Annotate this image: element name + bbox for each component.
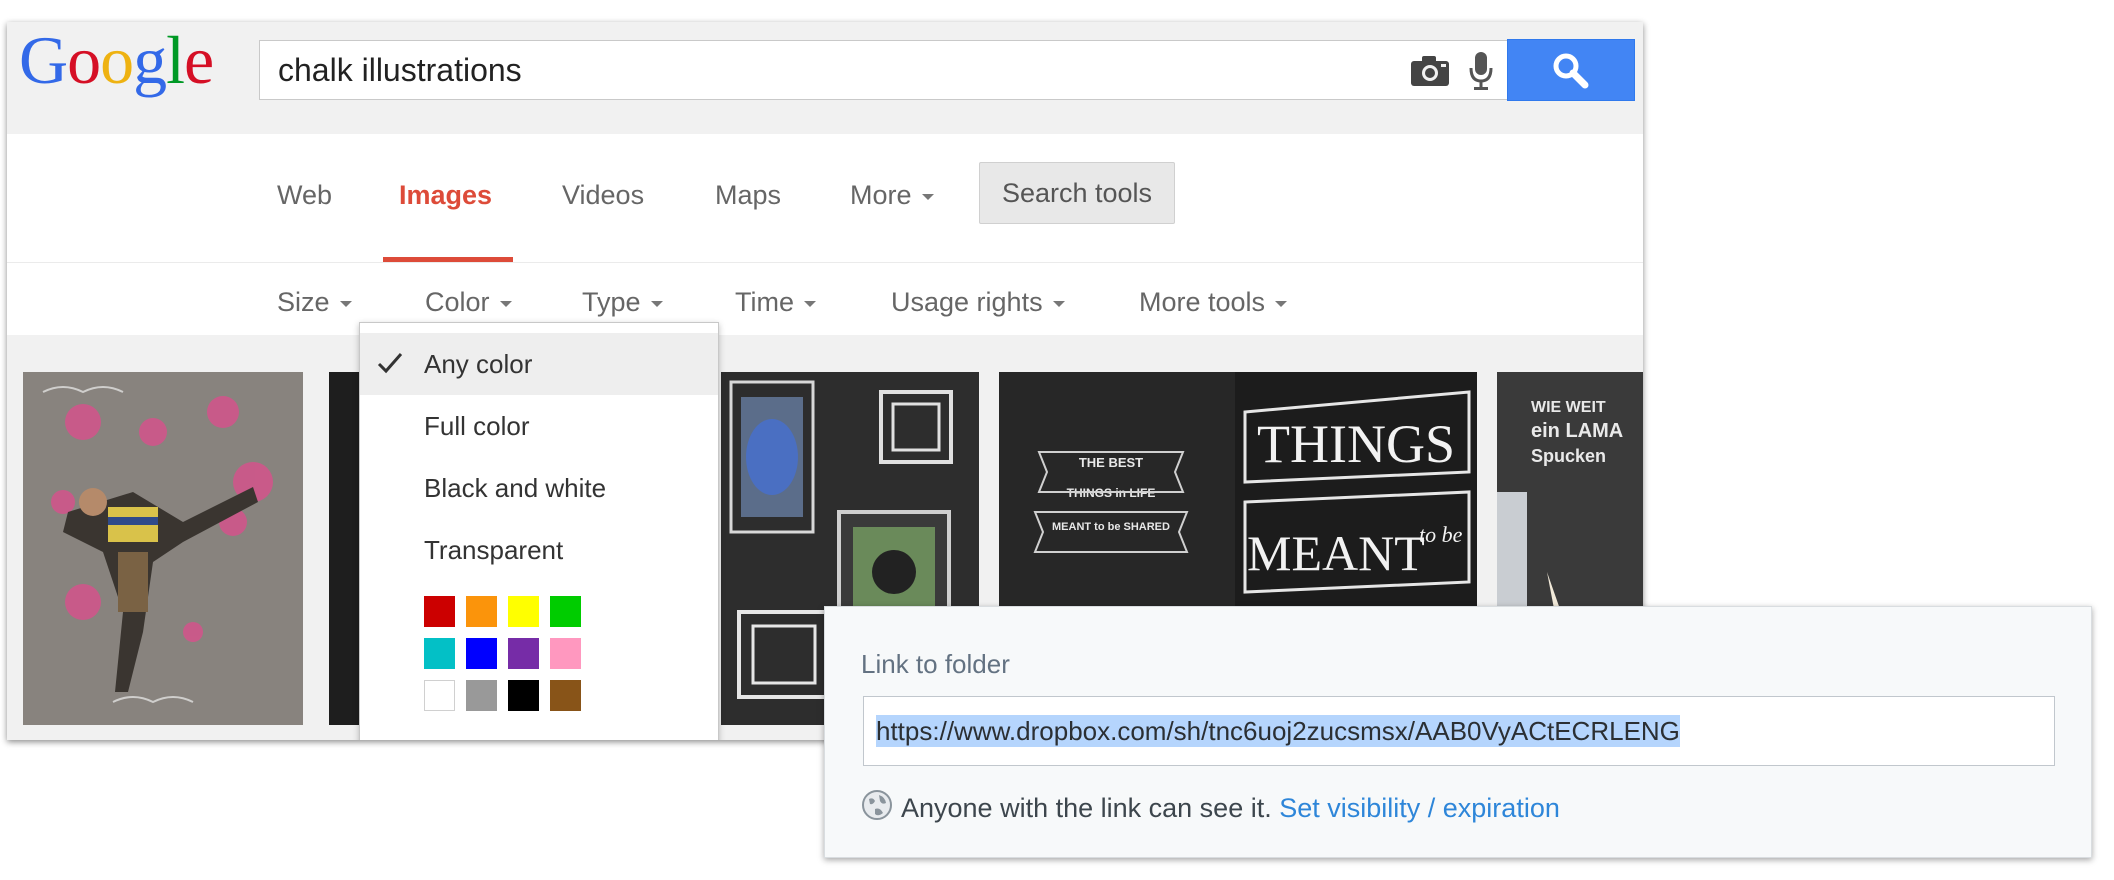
search-box[interactable] — [259, 40, 1513, 100]
option-label: Transparent — [424, 535, 564, 565]
active-tab-indicator — [383, 257, 513, 262]
logo-letter: e — [184, 22, 214, 98]
visibility-text: Anyone with the link can see it. — [901, 793, 1272, 823]
tab-label: Videos — [562, 180, 645, 210]
caret-down-icon — [921, 193, 934, 200]
tab-more[interactable]: More — [850, 182, 934, 209]
tab-images[interactable]: Images — [399, 182, 492, 209]
chalk-text-the-best: THE BEST — [1079, 455, 1143, 470]
caret-down-icon — [339, 300, 352, 307]
color-swatch[interactable] — [550, 680, 581, 711]
color-swatch[interactable] — [508, 596, 539, 627]
logo-letter: o — [100, 22, 134, 98]
option-label: Full color — [424, 411, 530, 441]
tab-web[interactable]: Web — [277, 182, 332, 209]
tool-label: Time — [735, 287, 794, 317]
chalk-text-meant-to-be-shared: MEANT to be SHARED — [1052, 521, 1170, 533]
tool-label: Size — [277, 287, 330, 317]
set-visibility-link[interactable]: Set visibility / expiration — [1279, 793, 1560, 823]
caret-down-icon — [499, 300, 512, 307]
tab-videos[interactable]: Videos — [562, 182, 644, 209]
checkmark-icon — [377, 353, 403, 374]
share-link-url[interactable]: https://www.dropbox.com/sh/tnc6uoj2zucsm… — [876, 715, 1680, 747]
search-button[interactable] — [1507, 39, 1635, 101]
chalk-text-to-be: to be — [1419, 522, 1463, 547]
search-tabs: Web Images Videos Maps More Search tools — [7, 134, 1643, 263]
tab-label: More — [850, 180, 912, 210]
globe-icon — [862, 790, 892, 820]
caret-down-icon — [804, 300, 816, 307]
color-swatch[interactable] — [424, 596, 455, 627]
chalk-text-things: THINGS — [1257, 414, 1455, 474]
color-swatch[interactable] — [508, 680, 539, 711]
tool-label: Usage rights — [891, 287, 1043, 317]
color-option-black-and-white[interactable]: Black and white — [360, 457, 718, 519]
chalk-text-lama-1: WIE WEIT — [1531, 399, 1606, 416]
caret-down-icon — [1275, 300, 1288, 307]
color-option-transparent[interactable]: Transparent — [360, 519, 718, 581]
tool-time[interactable]: Time — [735, 289, 816, 316]
option-label: Black and white — [424, 473, 607, 503]
tool-size[interactable]: Size — [277, 289, 352, 316]
color-swatch[interactable] — [550, 638, 581, 669]
tool-usage-rights[interactable]: Usage rights — [891, 289, 1065, 316]
dropbox-share-panel: Link to folder https://www.dropbox.com/s… — [824, 606, 2092, 858]
tool-label: More tools — [1139, 287, 1266, 317]
microphone-icon[interactable] — [1468, 51, 1494, 91]
chalk-text-lama-2: ein LAMA — [1531, 420, 1623, 442]
search-tools-row: Size Color Type Time Usage rights More t… — [7, 263, 1643, 335]
option-label: Any color — [424, 349, 533, 379]
color-swatch[interactable] — [466, 638, 497, 669]
color-swatch[interactable] — [424, 680, 455, 711]
caret-down-icon — [650, 300, 663, 307]
color-swatch[interactable] — [508, 638, 539, 669]
image-result[interactable] — [23, 372, 303, 725]
logo-letter: G — [19, 22, 68, 98]
color-swatch[interactable] — [550, 596, 581, 627]
color-swatch[interactable] — [424, 638, 455, 669]
color-dropdown: Any color Full color Black and white Tra… — [359, 322, 719, 740]
search-input[interactable] — [278, 41, 1338, 99]
logo-letter: o — [67, 22, 101, 98]
color-option-full-color[interactable]: Full color — [360, 395, 718, 457]
panel-title: Link to folder — [861, 649, 1010, 679]
color-swatch[interactable] — [466, 680, 497, 711]
share-link-field[interactable]: https://www.dropbox.com/sh/tnc6uoj2zucsm… — [863, 696, 2055, 766]
chalk-text-lama-3: Spucken — [1531, 446, 1606, 466]
color-swatch[interactable] — [466, 596, 497, 627]
tool-label: Color — [425, 287, 490, 317]
camera-icon[interactable] — [1410, 55, 1450, 87]
chalk-text-meant: MEANT — [1247, 525, 1425, 581]
tool-more-tools[interactable]: More tools — [1139, 287, 1288, 317]
tool-label: Type — [582, 287, 641, 317]
search-tools-button[interactable]: Search tools — [979, 162, 1175, 224]
caret-down-icon — [1052, 300, 1065, 307]
color-option-any-color[interactable]: Any color — [360, 333, 718, 395]
tab-maps[interactable]: Maps — [715, 182, 781, 209]
visibility-note: Anyone with the link can see it. Set vis… — [901, 793, 1560, 824]
tab-label: Images — [399, 180, 493, 210]
logo-letter: g — [133, 22, 167, 98]
magnifier-icon — [1553, 53, 1589, 89]
logo-letter: l — [166, 22, 185, 98]
tab-label: Maps — [715, 180, 782, 210]
google-logo[interactable]: Google — [19, 22, 214, 98]
tool-color[interactable]: Color — [425, 289, 512, 316]
tool-type[interactable]: Type — [582, 289, 663, 316]
tab-label: Web — [277, 180, 333, 210]
google-header: Google — [7, 22, 1643, 135]
